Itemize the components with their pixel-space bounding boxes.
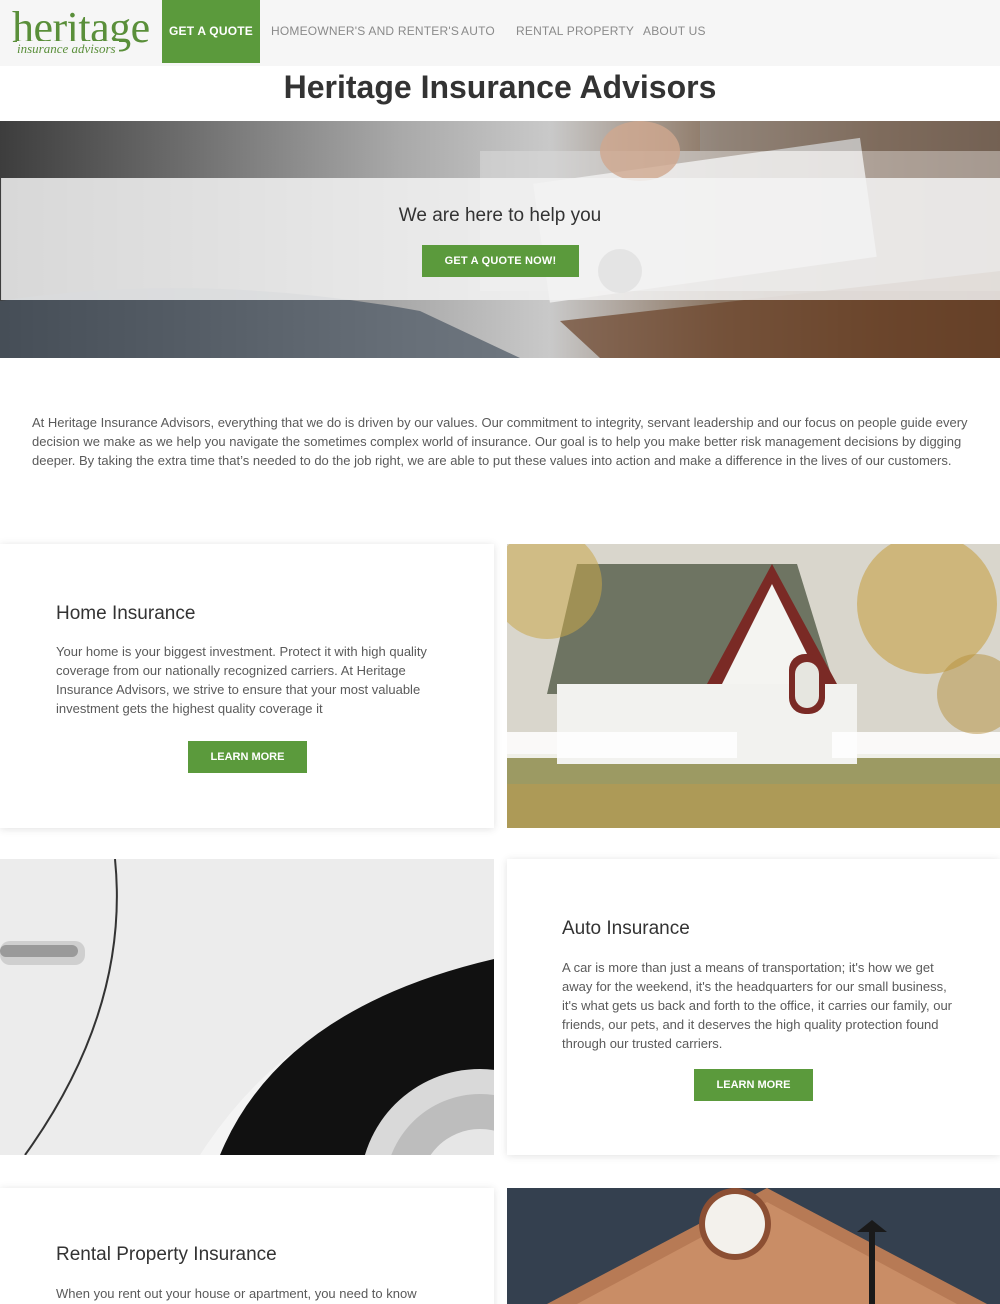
nav-rental-property[interactable]: RENTAL PROPERTY (516, 0, 634, 63)
home-insurance-title: Home Insurance (56, 603, 196, 624)
intro-paragraph: At Heritage Insurance Advisors, everythi… (32, 415, 968, 468)
nav-get-a-quote[interactable]: GET A QUOTE (162, 0, 260, 63)
car-photo (0, 859, 494, 1155)
house-photo (507, 544, 1000, 828)
nav-auto[interactable]: AUTO (461, 0, 495, 63)
heritage-logo[interactable]: heritage insurance advisors (12, 6, 157, 60)
brick-house-photo (507, 1188, 1000, 1304)
hero-overlay-band (1, 178, 1000, 300)
auto-insurance-text: A car is more than just a means of trans… (562, 960, 953, 1051)
hero-banner: We are here to help you GET A QUOTE NOW! (0, 121, 1000, 358)
rental-insurance-title: Rental Property Insurance (56, 1244, 277, 1265)
page-title: Heritage Insurance Advisors (283, 69, 717, 105)
auto-insurance-title: Auto Insurance (562, 918, 690, 939)
get-quote-now-button[interactable]: GET A QUOTE NOW! (422, 245, 579, 277)
rental-insurance-text: When you rent out your house or apartmen… (56, 1286, 417, 1301)
nav-about-us[interactable]: ABOUT US (643, 0, 706, 63)
logo-tagline: insurance advisors (17, 41, 119, 57)
auto-learn-more-button[interactable]: LEARN MORE (694, 1069, 813, 1101)
rental-insurance-card: Rental Property Insurance When you rent … (0, 1188, 494, 1304)
auto-insurance-card: Auto Insurance A car is more than just a… (507, 859, 1000, 1155)
home-insurance-text: Your home is your biggest investment. Pr… (56, 644, 427, 716)
home-insurance-card: Home Insurance Your home is your biggest… (0, 544, 494, 828)
hero-heading: We are here to help you (398, 205, 602, 226)
home-learn-more-button[interactable]: LEARN MORE (188, 741, 307, 773)
top-nav: heritage insurance advisors GET A QUOTE … (0, 0, 1000, 66)
nav-homeowners-renters[interactable]: HOMEOWNER'S AND RENTER'S (271, 0, 459, 63)
